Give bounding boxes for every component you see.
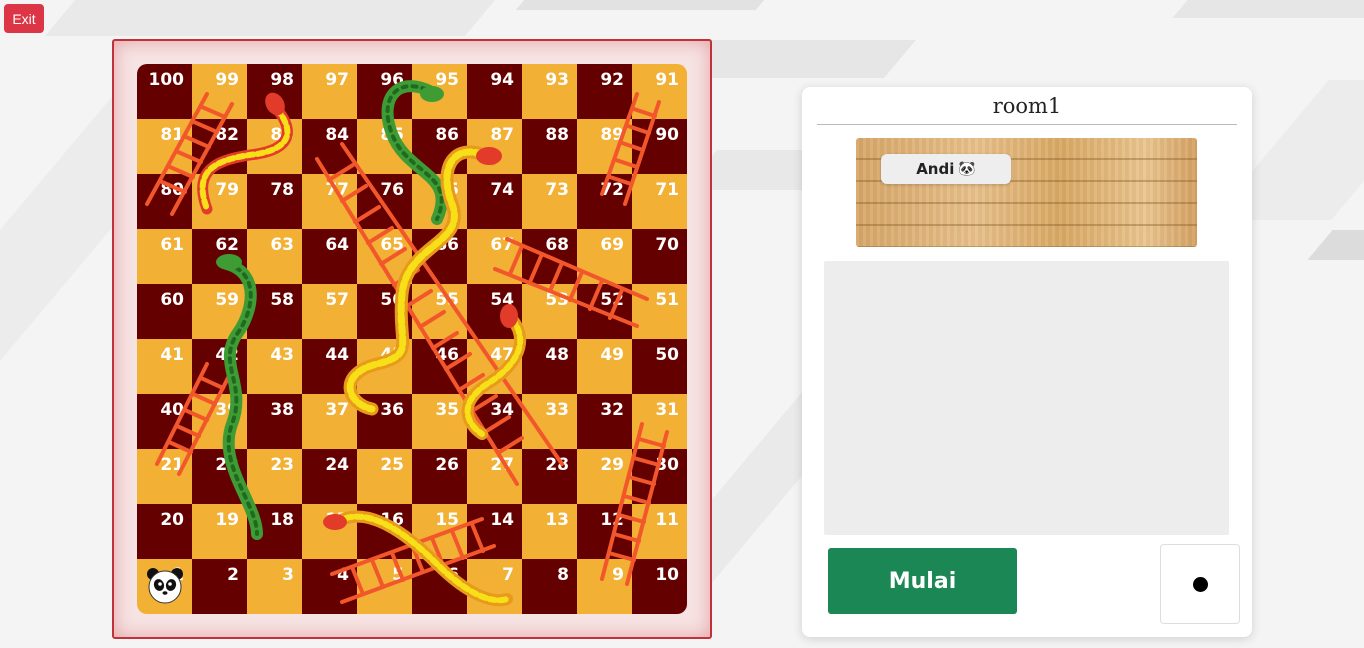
- cell-number: 70: [655, 235, 679, 255]
- cell-number: 61: [160, 235, 184, 255]
- cell-number: 79: [215, 180, 239, 200]
- cell-number: 44: [325, 345, 349, 365]
- cell-number: 3: [282, 565, 294, 585]
- cell-number: 74: [490, 180, 514, 200]
- start-button[interactable]: Mulai: [828, 548, 1017, 614]
- cell-number: 71: [655, 180, 679, 200]
- cell-number: 14: [490, 510, 514, 530]
- cell-number: 38: [270, 400, 294, 420]
- cell-number: 9: [612, 565, 624, 585]
- cell-number: 36: [380, 400, 404, 420]
- cell-number: 93: [545, 70, 569, 90]
- cell-number: 100: [149, 70, 185, 90]
- cell-number: 86: [435, 125, 459, 145]
- exit-button[interactable]: Exit: [4, 4, 44, 33]
- cell-number: 23: [270, 455, 294, 475]
- cell-number: 32: [600, 400, 624, 420]
- cell-number: 91: [655, 70, 679, 90]
- cell-number: 50: [655, 345, 679, 365]
- player-name: Andi: [916, 160, 955, 178]
- cell-number: 87: [490, 125, 514, 145]
- cell-number: 64: [325, 235, 349, 255]
- cell-number: 41: [160, 345, 184, 365]
- cell-number: 58: [270, 290, 294, 310]
- cell-number: 76: [380, 180, 404, 200]
- room-panel: room1 Andi 🐼 Mulai: [802, 87, 1252, 637]
- cell-number: 49: [600, 345, 624, 365]
- cell-number: 60: [160, 290, 184, 310]
- dice-pip: [1192, 576, 1208, 592]
- cell-number: 43: [270, 345, 294, 365]
- cell-number: 67: [490, 235, 514, 255]
- cell-number: 13: [545, 510, 569, 530]
- cell-number: 59: [215, 290, 239, 310]
- cell-number: 35: [435, 400, 459, 420]
- cell-number: 84: [325, 125, 349, 145]
- cell-number: 26: [435, 455, 459, 475]
- cell-number: 97: [325, 70, 349, 90]
- cell-number: 37: [325, 400, 349, 420]
- cell-number: 90: [655, 125, 679, 145]
- dice-button[interactable]: [1160, 544, 1240, 624]
- cell-number: 24: [325, 455, 349, 475]
- cell-number: 63: [270, 235, 294, 255]
- cell-number: 62: [215, 235, 239, 255]
- cell-number: 8: [557, 565, 569, 585]
- cell-number: 25: [380, 455, 404, 475]
- cell-number: 78: [270, 180, 294, 200]
- cell-number: 88: [545, 125, 569, 145]
- cell-number: 48: [545, 345, 569, 365]
- cell-number: 73: [545, 180, 569, 200]
- cell-number: 19: [215, 510, 239, 530]
- cell-number: 2: [227, 565, 239, 585]
- player-list: Andi 🐼: [856, 138, 1197, 247]
- cell-number: 7: [502, 565, 514, 585]
- cell-number: 95: [435, 70, 459, 90]
- cell-number: 98: [270, 70, 294, 90]
- cell-number: 94: [490, 70, 514, 90]
- cell-number: 10: [655, 565, 679, 585]
- room-title: room1: [817, 93, 1237, 125]
- cell-number: 31: [655, 400, 679, 420]
- cell-number: 33: [545, 400, 569, 420]
- cell-number: 99: [215, 70, 239, 90]
- game-log-area: [824, 261, 1229, 535]
- cell-number: 20: [160, 510, 184, 530]
- panda-icon: 🐼: [958, 161, 976, 177]
- cell-number: 69: [600, 235, 624, 255]
- game-board: 100 99 98 97 96 95 94 93 92 91 81 82 83 84 85 86 87 88 89 9…: [137, 64, 687, 614]
- cell-number: 68: [545, 235, 569, 255]
- cell-number: 51: [655, 290, 679, 310]
- cell-number: 29: [600, 455, 624, 475]
- player-chip: Andi 🐼: [881, 154, 1011, 184]
- cell-number: 11: [655, 510, 679, 530]
- cell-number: 92: [600, 70, 624, 90]
- cell-number: 18: [270, 510, 294, 530]
- cell-number: 57: [325, 290, 349, 310]
